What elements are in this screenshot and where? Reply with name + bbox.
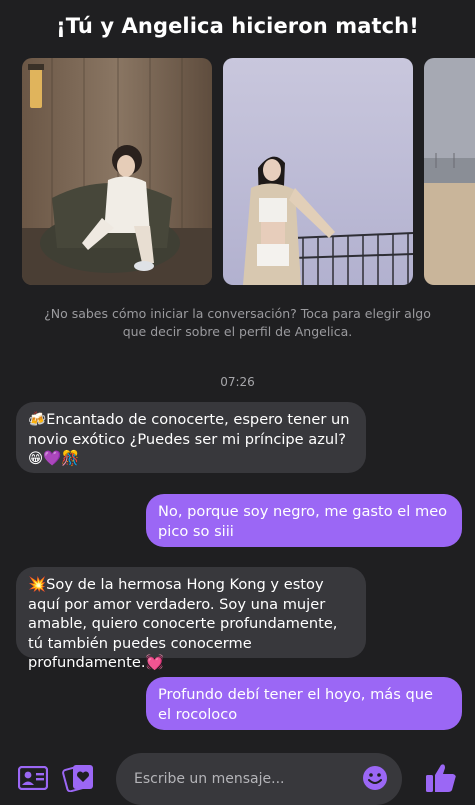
- message-text: Profundo debí tener el hoyo, más que el …: [158, 686, 433, 723]
- message-input[interactable]: [132, 767, 356, 791]
- profile-photo-3[interactable]: [424, 58, 475, 285]
- message-text: No, porque soy negro, me gasto el meo pi…: [158, 503, 448, 540]
- outgoing-message[interactable]: No, porque soy negro, me gasto el meo pi…: [146, 494, 462, 547]
- page-title: ¡Tú y Angelica hicieron match!: [56, 14, 419, 38]
- conversation-hint[interactable]: ¿No sabes cómo iniciar la conversación? …: [40, 305, 435, 341]
- profile-card-icon[interactable]: [17, 765, 49, 794]
- incoming-message[interactable]: 💥Soy de la hermosa Hong Kong y estoy aqu…: [16, 567, 366, 671]
- outgoing-message[interactable]: Profundo debí tener el hoyo, más que el …: [146, 677, 462, 730]
- heart-cards-icon[interactable]: [62, 762, 96, 796]
- profile-photo-2[interactable]: [223, 58, 413, 285]
- message-text: 💥Soy de la hermosa Hong Kong y estoy aqu…: [28, 576, 338, 671]
- message-input-container[interactable]: [116, 753, 402, 805]
- incoming-message[interactable]: 🍻Encantado de conocerte, espero tener un…: [16, 402, 366, 473]
- message-timestamp: 07:26: [220, 375, 255, 389]
- profile-photo-1[interactable]: [22, 58, 212, 285]
- smiley-icon[interactable]: [362, 765, 388, 795]
- message-text: 🍻Encantado de conocerte, espero tener un…: [28, 411, 350, 467]
- thumbs-up-icon[interactable]: [424, 762, 458, 798]
